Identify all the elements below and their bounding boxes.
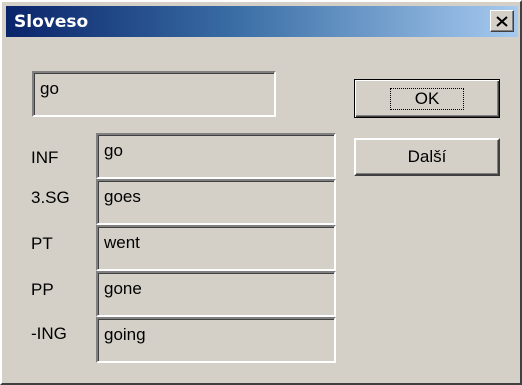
form-label-ing: -ING [31,324,67,343]
verb-input-value: go [40,79,59,98]
form-field-ing[interactable]: going [96,317,336,363]
form-field-pt[interactable]: went [96,225,336,271]
title-bar[interactable]: Sloveso [6,6,518,37]
form-label-pt: PT [31,234,53,253]
form-field-pp[interactable]: gone [96,271,336,317]
form-field-pt-value: went [104,233,140,252]
next-button-label: Další [407,147,447,166]
form-field-pp-value: gone [104,279,142,298]
close-button[interactable] [490,10,514,32]
ok-button[interactable]: OK [354,79,500,118]
ok-button-label: OK [389,87,465,110]
form-label-3sg: 3.SG [31,188,70,207]
window-title: Sloveso [14,12,89,32]
verb-input[interactable]: go [32,71,276,117]
form-field-inf[interactable]: go [96,133,336,179]
dialog-window: Sloveso go OK Další INF go 3.SG goes PT … [0,0,522,385]
form-field-inf-value: go [104,141,123,160]
close-icon [496,15,508,27]
form-label-inf: INF [31,148,59,167]
form-field-ing-value: going [104,325,146,344]
form-field-3sg[interactable]: goes [96,179,336,225]
next-button[interactable]: Další [354,138,500,176]
form-field-3sg-value: goes [104,187,141,206]
form-label-pp: PP [31,280,54,299]
